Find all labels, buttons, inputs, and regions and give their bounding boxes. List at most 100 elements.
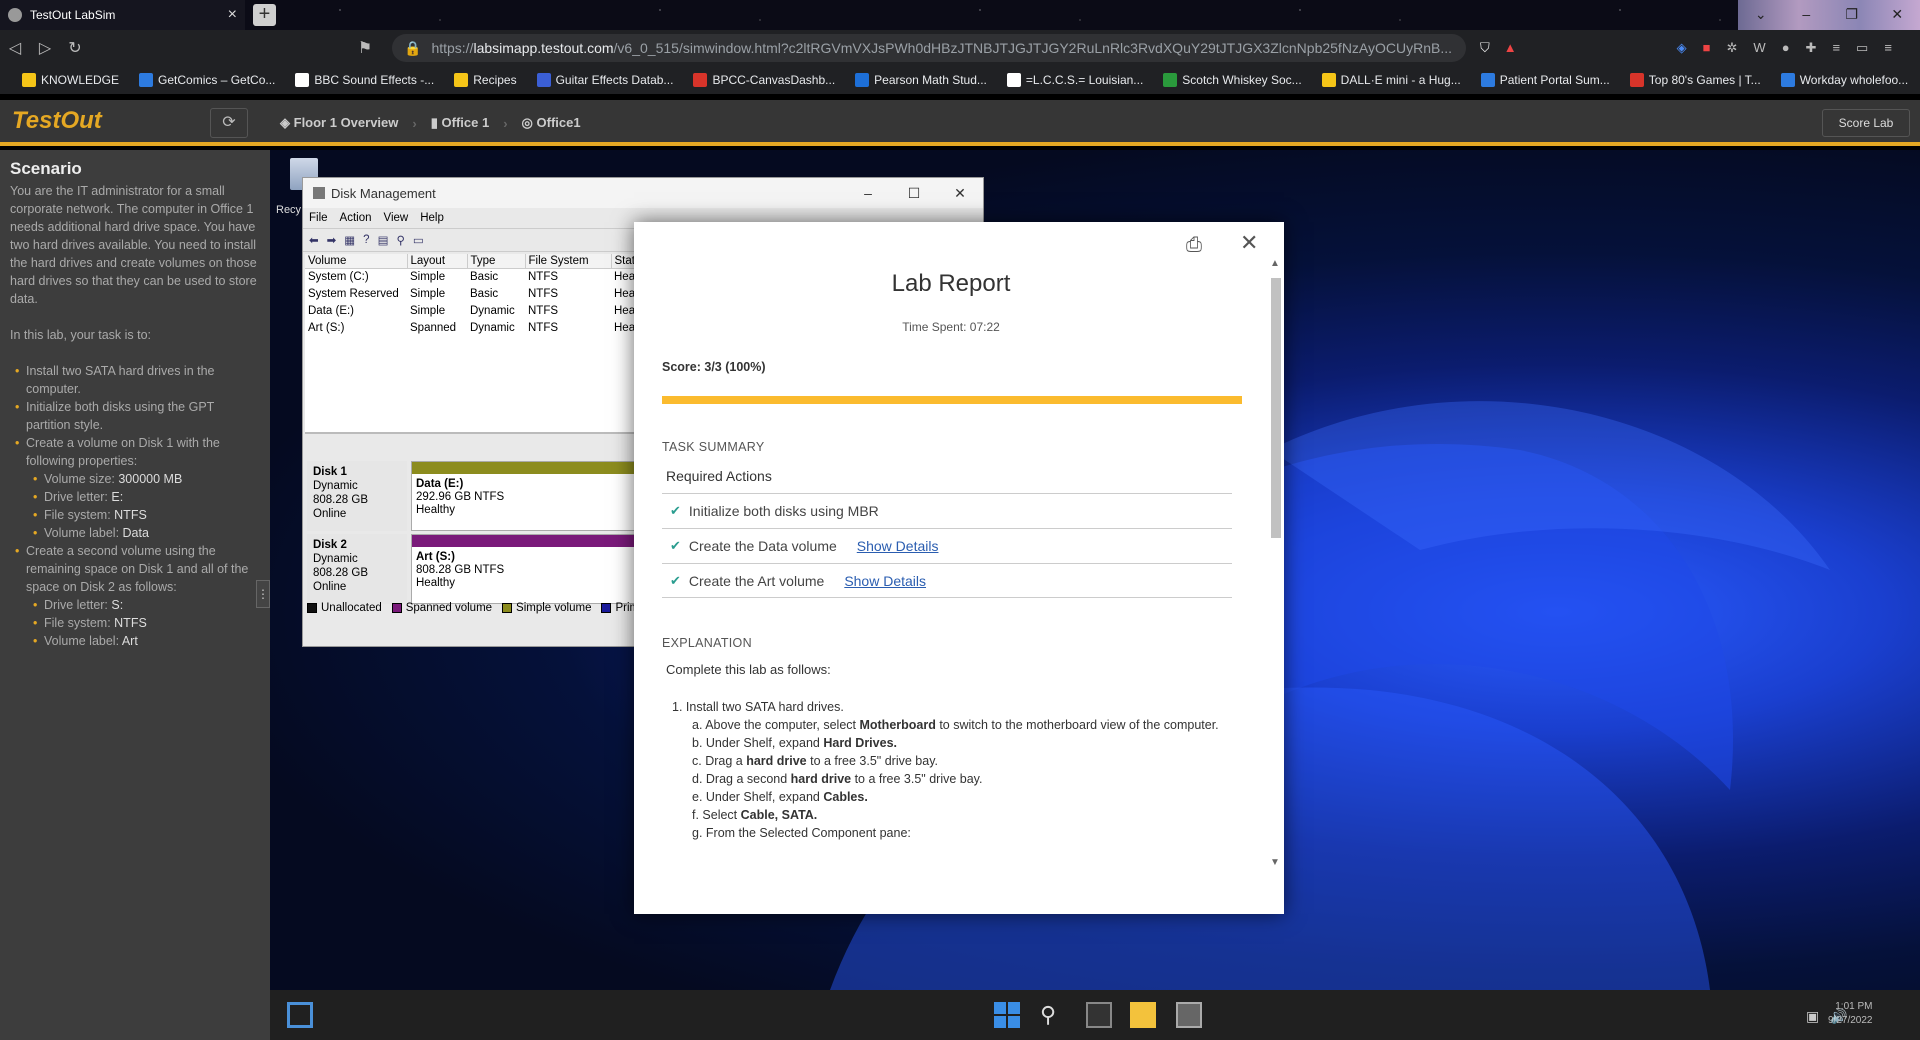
volume-row[interactable]: System Reserved Simple Basic NTFS Hea — [305, 286, 638, 303]
bookmark-icon[interactable]: ⚑ — [350, 38, 380, 58]
volume-cell: Basic — [470, 271, 499, 284]
bookmark-item[interactable]: Top 80's Games | T... — [1620, 73, 1771, 87]
breadcrumb-floor[interactable]: ◈ Floor 1 Overview — [280, 115, 398, 131]
extension-icon[interactable]: ✲ — [1727, 40, 1738, 56]
breadcrumb-computer[interactable]: ◎ Office1 — [522, 115, 581, 131]
volume-row[interactable]: Data (E:) Simple Dynamic NTFS Hea — [305, 303, 638, 320]
window-titlebar[interactable]: Disk Management – ☐ ✕ — [303, 178, 983, 208]
task-subitem: Drive letter: E: — [33, 488, 260, 506]
brave-rewards-icon[interactable]: ▲ — [1504, 40, 1517, 56]
panel-resize-handle[interactable]: ⋮ — [256, 580, 270, 608]
puzzle-icon[interactable]: ✚ — [1806, 40, 1817, 56]
breadcrumb: ◈ Floor 1 Overview › ▮ Office 1 › ◎ Offi… — [280, 108, 581, 138]
close-tab-icon[interactable]: × — [228, 6, 237, 24]
menu-icon[interactable]: ≡ — [1884, 40, 1892, 56]
volume-cell: System (C:) — [308, 271, 369, 284]
minimize-button[interactable]: – — [1784, 0, 1830, 30]
print-icon[interactable]: ⎙ — [1186, 234, 1202, 257]
menu-help[interactable]: Help — [420, 212, 444, 224]
menu-action[interactable]: Action — [340, 212, 372, 224]
restore-button[interactable]: ❐ — [1829, 0, 1875, 30]
extension-icon[interactable]: ◈ — [1677, 40, 1687, 56]
volume-cell: NTFS — [528, 305, 559, 317]
forward-arrow-icon[interactable]: ➡ — [327, 233, 337, 247]
bookmark-favicon-icon — [1321, 73, 1336, 87]
bookmark-item[interactable]: Scotch Whiskey Soc... — [1153, 73, 1311, 87]
back-arrow-icon[interactable]: ⬅ — [309, 233, 319, 247]
extension-icon[interactable]: W — [1753, 40, 1765, 56]
menu-file[interactable]: File — [309, 212, 328, 224]
extension-icon[interactable]: ■ — [1703, 40, 1711, 56]
col-volume[interactable]: Volume — [305, 254, 408, 269]
recycle-bin-label: Recy — [276, 204, 302, 216]
report-title: Lab Report — [891, 270, 1011, 297]
properties-icon[interactable]: ▤ — [378, 233, 389, 247]
task-subitem: Volume size: 300000 MB — [33, 470, 260, 488]
bookmark-item[interactable]: Recipes — [444, 73, 526, 87]
bookmark-item[interactable]: BBC Sound Effects -... — [285, 73, 444, 87]
scroll-down-icon[interactable]: ▼ — [1270, 857, 1280, 868]
bookmark-item[interactable]: Patient Portal Sum... — [1471, 73, 1620, 87]
show-details-link[interactable]: Show Details — [857, 538, 939, 554]
console-tree-icon[interactable]: ▦ — [344, 233, 355, 247]
start-icon[interactable] — [994, 1002, 1020, 1028]
bookmark-item[interactable]: =L.C.C.S.= Louisian... — [997, 73, 1153, 87]
wallet-icon[interactable]: ▭ — [1856, 40, 1868, 56]
refresh-button[interactable]: ⟳ — [210, 108, 248, 138]
task-view-icon[interactable] — [287, 1002, 313, 1028]
volume-row[interactable]: Art (S:) Spanned Dynamic NTFS Hea — [305, 320, 638, 337]
task-list: Install two SATA hard drives in the comp… — [10, 362, 260, 650]
scroll-thumb[interactable] — [1271, 278, 1281, 538]
terminal-icon[interactable] — [1086, 1002, 1112, 1028]
col-type[interactable]: Type — [467, 254, 526, 269]
maximize-button[interactable]: ☐ — [891, 185, 937, 202]
brave-shield-icon[interactable]: ⛉ — [1480, 40, 1490, 56]
bookmark-item[interactable]: Workday wholefoo... — [1771, 73, 1919, 87]
extension-icons: ⛉ ▲ — [1480, 40, 1517, 56]
file-explorer-icon[interactable] — [1130, 1002, 1156, 1028]
toolbar-icons: ◈ ■ ✲ W ● ✚ ≡ ▭ ≡ — [1677, 40, 1892, 56]
list-view-icon[interactable]: ▭ — [413, 233, 424, 247]
substep: f. Select Cable, SATA. — [692, 808, 818, 822]
back-icon[interactable]: ◁ — [0, 38, 30, 58]
disk-2-label[interactable]: Disk 2 Dynamic 808.28 GB Online — [307, 534, 407, 604]
help-icon[interactable]: ? — [363, 234, 369, 246]
forward-icon[interactable]: ▷ — [30, 38, 60, 58]
close-window-button[interactable]: ✕ — [1875, 0, 1920, 30]
connect-icon[interactable]: ⚲ — [396, 233, 404, 247]
chevron-down-icon[interactable]: ⌄ — [1738, 0, 1784, 30]
scroll-up-icon[interactable]: ▲ — [1270, 258, 1280, 269]
extension-icon[interactable]: ● — [1782, 40, 1790, 56]
search-icon[interactable]: ⚲ — [1040, 1002, 1066, 1028]
breadcrumb-office[interactable]: ▮ Office 1 — [431, 115, 489, 131]
disk-management-taskbar-icon[interactable] — [1176, 1002, 1202, 1028]
bookmark-item[interactable]: Pearson Math Stud... — [845, 73, 997, 87]
reload-icon[interactable]: ↻ — [60, 38, 90, 58]
minimize-button[interactable]: – — [845, 185, 891, 202]
bookmark-item[interactable]: DALL·E mini - a Hug... — [1312, 73, 1471, 87]
bookmark-item[interactable]: KNOWLEDGE — [12, 73, 129, 87]
bookmark-item[interactable]: Guitar Effects Datab... — [527, 73, 684, 87]
col-layout[interactable]: Layout — [407, 254, 468, 269]
new-tab-button[interactable]: + — [253, 4, 276, 26]
dialog-scrollbar[interactable]: ▲ ▼ — [1268, 258, 1282, 868]
url-text: https://labsimapp.testout.com/v6_0_515/s… — [431, 40, 1453, 56]
disk-1-label[interactable]: Disk 1 Dynamic 808.28 GB Online — [307, 461, 407, 531]
playlist-icon[interactable]: ≡ — [1832, 40, 1840, 56]
score-lab-button[interactable]: Score Lab — [1822, 109, 1910, 137]
show-details-link[interactable]: Show Details — [844, 573, 926, 589]
bookmark-favicon-icon — [454, 73, 469, 87]
browser-tab[interactable]: TestOut LabSim × — [0, 0, 245, 30]
menu-view[interactable]: View — [384, 212, 409, 224]
legend-item: Unallocated — [307, 602, 382, 614]
close-icon[interactable]: ✕ — [1240, 230, 1258, 256]
close-button[interactable]: ✕ — [937, 185, 983, 202]
bookmark-favicon-icon — [855, 73, 870, 87]
bookmark-item[interactable]: BPCC-CanvasDashb... — [683, 73, 845, 87]
network-icon[interactable]: ▣ — [1806, 1008, 1819, 1025]
col-filesystem[interactable]: File System — [525, 254, 612, 269]
volume-row[interactable]: System (C:) Simple Basic NTFS Hea — [305, 269, 638, 286]
taskbar-clock[interactable]: 1:01 PM 9/27/2022 — [1828, 1000, 1873, 1028]
address-bar[interactable]: 🔒 https://labsimapp.testout.com/v6_0_515… — [392, 34, 1466, 62]
bookmark-item[interactable]: GetComics – GetCo... — [129, 73, 285, 87]
